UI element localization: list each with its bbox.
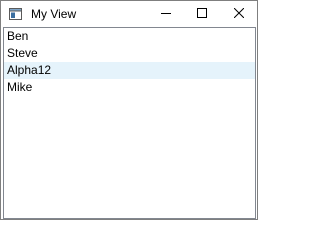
list-item-ben[interactable]: Ben [4,28,255,45]
window-app-icon [9,8,22,20]
close-button[interactable] [221,1,257,27]
minimize-button[interactable] [148,1,184,27]
close-icon [233,7,245,21]
minimize-icon [161,7,171,21]
maximize-icon [197,7,207,21]
list-item-alpha12[interactable]: Alpha12 [4,62,255,79]
list-item-mike[interactable]: Mike [4,79,255,96]
window-title: My View [31,7,77,21]
maximize-button[interactable] [184,1,220,27]
title-bar[interactable]: My View [1,1,257,27]
app-window: My View Ben Steve Alpha12 Mike [0,0,258,220]
items-listbox[interactable]: Ben Steve Alpha12 Mike [3,27,256,219]
list-item-steve[interactable]: Steve [4,45,255,62]
